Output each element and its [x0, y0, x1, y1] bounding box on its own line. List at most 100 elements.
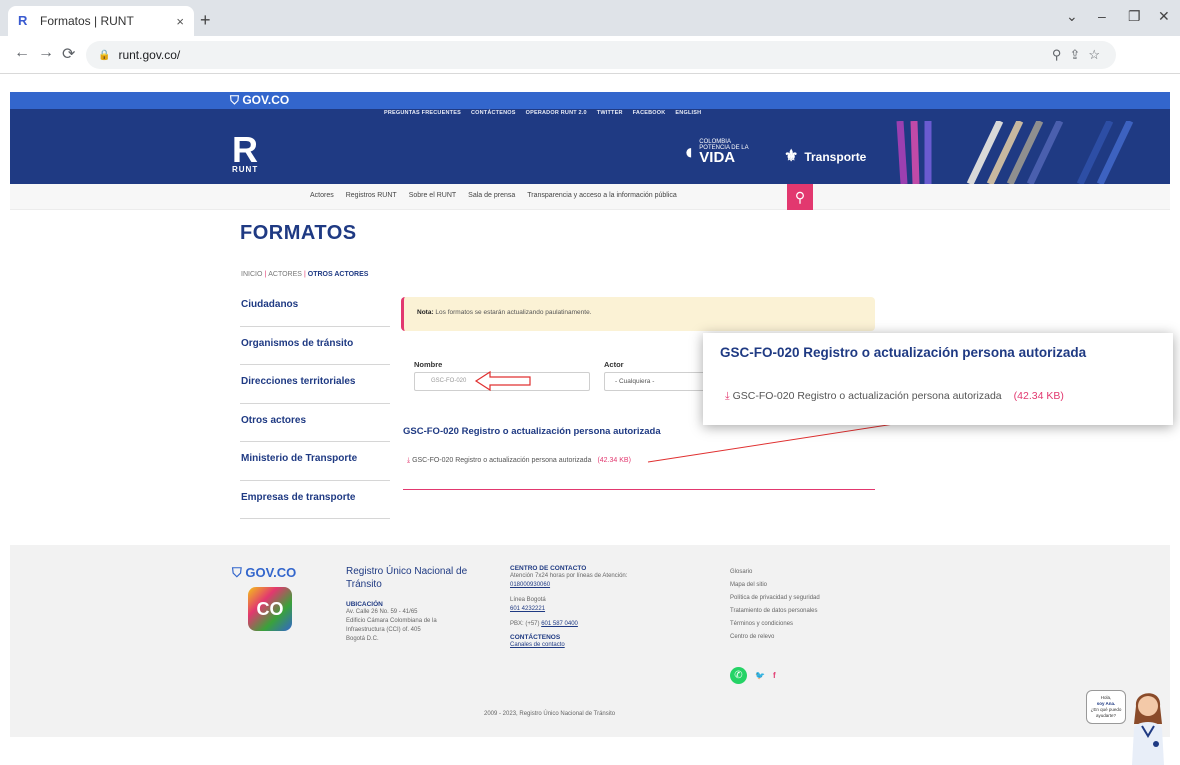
transporte-label: Transporte — [804, 150, 867, 164]
contact-heading: CENTRO DE CONTACTO — [510, 565, 587, 572]
linea-bogota-link[interactable]: 601 4232221 — [510, 605, 700, 614]
footer-link-mapa[interactable]: Mapa del sitio — [730, 582, 820, 588]
ubicacion-heading: UBICACIÓN — [346, 601, 383, 608]
back-arrow-icon[interactable]: ← — [14, 44, 30, 62]
footer-link-terminos[interactable]: Términos y condiciones — [730, 621, 820, 627]
footer-gov-logo[interactable]: ⛉ GOV.CO — [232, 565, 296, 581]
whatsapp-icon[interactable]: ✆ — [730, 667, 747, 684]
breadcrumb-separator: | — [303, 271, 306, 278]
top-link-contact[interactable]: CONTÁCTENOS — [471, 110, 516, 116]
reload-icon[interactable]: ⟳ — [62, 44, 75, 64]
nav-sobre-runt[interactable]: Sobre el RUNT — [409, 192, 456, 199]
lock-icon: 🔒 — [98, 49, 111, 61]
footer-ubicacion: UBICACIÓN Av. Calle 26 No. 59 - 41/65 Ed… — [346, 601, 476, 644]
omnibox-actions: ⚲⇪☆ — [1052, 47, 1108, 63]
bookmark-star-icon[interactable]: ☆ — [1088, 47, 1108, 62]
contactenos-heading: CONTÁCTENOS — [510, 634, 561, 641]
notice-box: Nota: Los formatos se estarán actualizan… — [401, 297, 875, 331]
address-line: Edificio Cámara Colombiana de la — [346, 618, 437, 624]
footer-link-privacidad[interactable]: Política de privacidad y seguridad — [730, 595, 820, 601]
actor-select[interactable]: - Cualquiera - — [604, 372, 714, 391]
sidebar-item-ministerio[interactable]: Ministerio de Transporte — [240, 442, 390, 481]
sidebar-item-direcciones[interactable]: Direcciones territoriales — [240, 365, 390, 404]
pbx-link[interactable]: 601 587 0400 — [541, 621, 578, 627]
browser-tab[interactable]: R Formatos | RUNT × — [8, 6, 194, 36]
result-title: GSC-FO-020 Registro o actualización pers… — [403, 426, 661, 437]
page-title: FORMATOS — [240, 222, 357, 244]
nav-sala-prensa[interactable]: Sala de prensa — [468, 192, 515, 199]
runt-r-icon: R — [232, 129, 258, 170]
url-text: runt.gov.co/ — [118, 48, 181, 62]
address-line: Av. Calle 26 No. 59 - 41/65 — [346, 609, 418, 615]
zoomed-callout: GSC-FO-020 Registro o actualización pers… — [703, 333, 1173, 425]
result-download-link[interactable]: ⤓ GSC-FO-020 Registro o actualización pe… — [407, 457, 631, 465]
restore-button[interactable]: ❐ — [1128, 8, 1141, 25]
actor-label: Actor — [604, 360, 624, 369]
url-bar[interactable]: 🔒 runt.gov.co/ ⚲⇪☆ — [86, 41, 1116, 69]
nombre-input[interactable]: GSC-FO-020 — [414, 372, 590, 391]
tab-close-icon[interactable]: × — [176, 14, 184, 29]
minimize-button[interactable]: – — [1098, 8, 1106, 24]
tab-search-icon[interactable]: ⌄ — [1066, 8, 1078, 25]
callout-download-link[interactable]: ⤓ GSC-FO-020 Registro o actualización pe… — [725, 390, 1064, 403]
twitter-icon[interactable]: 🐦 — [755, 671, 765, 680]
footer-link-glosario[interactable]: Glosario — [730, 569, 820, 575]
breadcrumb: INICIO | ACTORES | OTROS ACTORES — [241, 271, 368, 278]
top-link-twitter[interactable]: TWITTER — [597, 110, 623, 116]
transporte-logo: ⚜ Transporte — [784, 146, 866, 166]
colombia-wave-icon: ◖ — [682, 139, 696, 164]
address-line: Infraestructura (CCI) of. 405 — [346, 627, 421, 633]
site-footer: ⛉ GOV.CO CO Registro Único Nacional de T… — [10, 545, 1170, 737]
virtual-assistant[interactable]: Hola, soy Ana. ¿En qué puedo ayudarte? — [1080, 684, 1172, 765]
new-tab-button[interactable]: + — [200, 10, 211, 31]
share-icon[interactable]: ⇪ — [1069, 47, 1088, 62]
runt-logo[interactable]: R RUNT — [232, 129, 258, 175]
footer-social: ✆ 🐦 f — [730, 667, 776, 684]
nav-registros-runt[interactable]: Registros RUNT — [346, 192, 397, 199]
top-link-facebook[interactable]: FACEBOOK — [633, 110, 666, 116]
colombia-vida-logo: ◖ COLOMBIA POTENCIA DE LA VIDA — [682, 139, 749, 165]
footer-org-name: Registro Único Nacional de Tránsito — [346, 566, 468, 590]
result-link-text: GSC-FO-020 Registro o actualización pers… — [412, 457, 592, 464]
callout-link-text: GSC-FO-020 Registro o actualización pers… — [732, 390, 1002, 402]
breadcrumb-separator: | — [264, 271, 267, 278]
nombre-label: Nombre — [414, 360, 443, 369]
assistant-bubble: Hola, soy Ana. ¿En qué puedo ayudarte? — [1086, 690, 1126, 724]
nav-transparencia[interactable]: Transparencia y acceso a la información … — [527, 192, 677, 199]
sidebar-item-empresas[interactable]: Empresas de transporte — [240, 481, 390, 519]
zoom-icon[interactable]: ⚲ — [1052, 47, 1070, 62]
contact-hours: Atención 7x24 horas por líneas de Atenci… — [510, 573, 628, 579]
actors-sidebar: Ciudadanos Organismos de tránsito Direcc… — [240, 288, 390, 519]
sidebar-item-otros-actores[interactable]: Otros actores — [240, 404, 390, 442]
pbx-label: PBX: (+57) — [510, 621, 540, 627]
search-button[interactable]: ⚲ — [787, 184, 813, 210]
nav-actores[interactable]: Actores — [310, 192, 334, 199]
notice-label: Nota: — [417, 309, 434, 316]
breadcrumb-actores[interactable]: ACTORES — [268, 271, 302, 278]
footer-link-relevo[interactable]: Centro de relevo — [730, 634, 820, 640]
address-toolbar: ← → ⟳ 🔒 runt.gov.co/ ⚲⇪☆ — [0, 36, 1180, 74]
runt-favicon-icon: R — [18, 13, 28, 28]
co-colombia-logo: CO — [248, 587, 292, 631]
top-link-english[interactable]: ENGLISH — [675, 110, 701, 116]
top-link-faq[interactable]: PREGUNTAS FRECUENTES — [384, 110, 461, 116]
top-link-operador[interactable]: OPERADOR RUNT 2.0 — [526, 110, 587, 116]
search-icon: ⚲ — [794, 188, 806, 205]
sidebar-item-organismos[interactable]: Organismos de tránsito — [240, 327, 390, 365]
forward-arrow-icon[interactable]: → — [38, 44, 54, 62]
facebook-icon[interactable]: f — [773, 671, 776, 680]
result-file-size: (42.34 KB) — [597, 457, 631, 464]
tab-title: Formatos | RUNT — [40, 14, 134, 28]
contact-phone-link[interactable]: 018000930060 — [510, 581, 700, 590]
gov-co-logo[interactable]: ⛉ GOV.CO — [230, 93, 289, 108]
download-icon: ⤓ — [725, 390, 730, 402]
coat-of-arms-icon: ⚜ — [784, 148, 799, 165]
breadcrumb-inicio[interactable]: INICIO — [241, 271, 262, 278]
sidebar-item-ciudadanos[interactable]: Ciudadanos — [240, 288, 390, 327]
footer-link-datos[interactable]: Tratamiento de datos personales — [730, 608, 820, 614]
close-window-button[interactable]: ✕ — [1158, 8, 1170, 25]
top-links-bar: PREGUNTAS FRECUENTES CONTÁCTENOS OPERADO… — [10, 109, 1170, 121]
canales-contacto-link[interactable]: Canales de contacto — [510, 641, 700, 650]
vida-label: VIDA — [699, 149, 736, 166]
footer-gov-label: GOV.CO — [245, 565, 297, 580]
